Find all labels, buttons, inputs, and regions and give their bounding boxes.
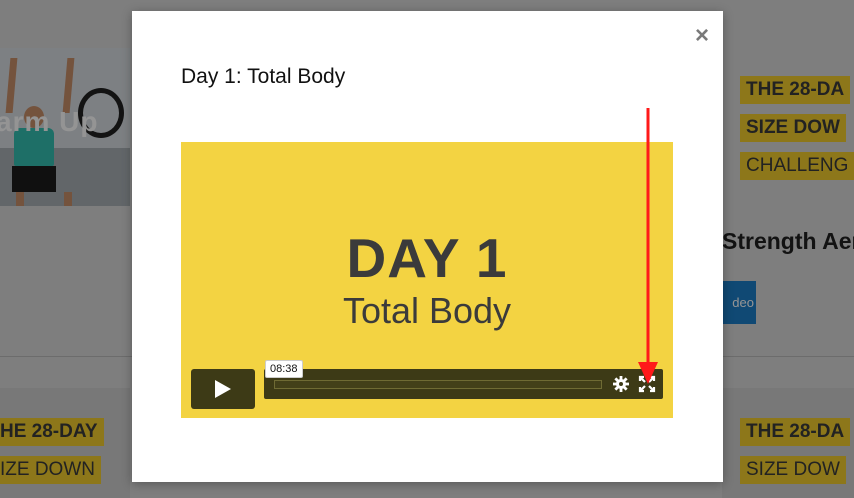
- progress-track[interactable]: [274, 380, 602, 389]
- video-modal: Day 1: Total Body × DAY 1 Total Body 08:…: [132, 11, 723, 482]
- control-bar: [264, 369, 663, 399]
- close-icon[interactable]: ×: [695, 23, 709, 49]
- video-poster-subtitle: Total Body: [342, 290, 512, 331]
- video-poster-title: DAY 1: [346, 227, 508, 289]
- play-button[interactable]: [191, 369, 255, 409]
- video-player[interactable]: DAY 1 Total Body 08:38: [181, 142, 673, 418]
- video-controls: 08:38: [191, 360, 663, 409]
- modal-title: Day 1: Total Body: [181, 65, 346, 88]
- fullscreen-icon[interactable]: [638, 375, 656, 393]
- play-icon: [215, 380, 231, 398]
- duration-tooltip: 08:38: [265, 360, 303, 378]
- gear-icon[interactable]: [612, 375, 630, 393]
